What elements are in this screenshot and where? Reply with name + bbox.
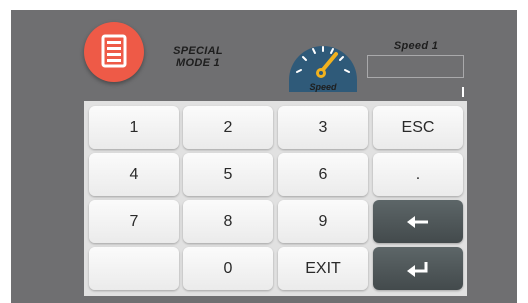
special-mode-label-line2: MODE 1	[176, 57, 220, 69]
key-5-label: 5	[223, 165, 233, 183]
key-9-label: 9	[318, 212, 328, 230]
exit-key[interactable]: EXIT	[278, 247, 368, 290]
key-8-label: 8	[223, 212, 233, 230]
decimal-point-key-label: .	[415, 165, 421, 183]
speedometer-icon: Speed	[287, 30, 359, 96]
gauge-label: Speed	[309, 82, 337, 92]
backspace-key[interactable]	[373, 200, 463, 243]
text-cursor	[462, 87, 464, 97]
key-7[interactable]: 7	[89, 200, 179, 243]
enter-key[interactable]	[373, 247, 463, 290]
key-8[interactable]: 8	[183, 200, 273, 243]
key-3[interactable]: 3	[278, 106, 368, 149]
special-mode-label: SPECIAL MODE 1	[162, 45, 234, 69]
numeric-keypad: 1 2 3 ESC 4 5 6 . 7 8 9 0 EXIT	[84, 101, 467, 296]
key-3-label: 3	[318, 118, 328, 136]
speed-input[interactable]	[367, 55, 464, 78]
key-4[interactable]: 4	[89, 153, 179, 196]
key-4-label: 4	[129, 165, 139, 183]
key-9[interactable]: 9	[278, 200, 368, 243]
special-mode-label-line1: SPECIAL	[173, 45, 223, 57]
blank-key	[89, 247, 179, 290]
arrow-left-icon	[406, 215, 430, 229]
key-6[interactable]: 6	[278, 153, 368, 196]
special-mode-document-icon[interactable]	[84, 22, 144, 82]
esc-key[interactable]: ESC	[373, 106, 463, 149]
exit-key-label: EXIT	[305, 259, 341, 277]
speed-title: Speed 1	[393, 40, 439, 52]
esc-key-label: ESC	[401, 118, 435, 136]
key-7-label: 7	[129, 212, 139, 230]
key-0-label: 0	[223, 259, 233, 277]
key-1[interactable]: 1	[89, 106, 179, 149]
enter-icon	[405, 260, 431, 278]
key-5[interactable]: 5	[183, 153, 273, 196]
key-1-label: 1	[129, 118, 139, 136]
key-6-label: 6	[318, 165, 328, 183]
key-0[interactable]: 0	[183, 247, 273, 290]
key-2-label: 2	[223, 118, 233, 136]
decimal-point-key[interactable]: .	[373, 153, 463, 196]
key-2[interactable]: 2	[183, 106, 273, 149]
